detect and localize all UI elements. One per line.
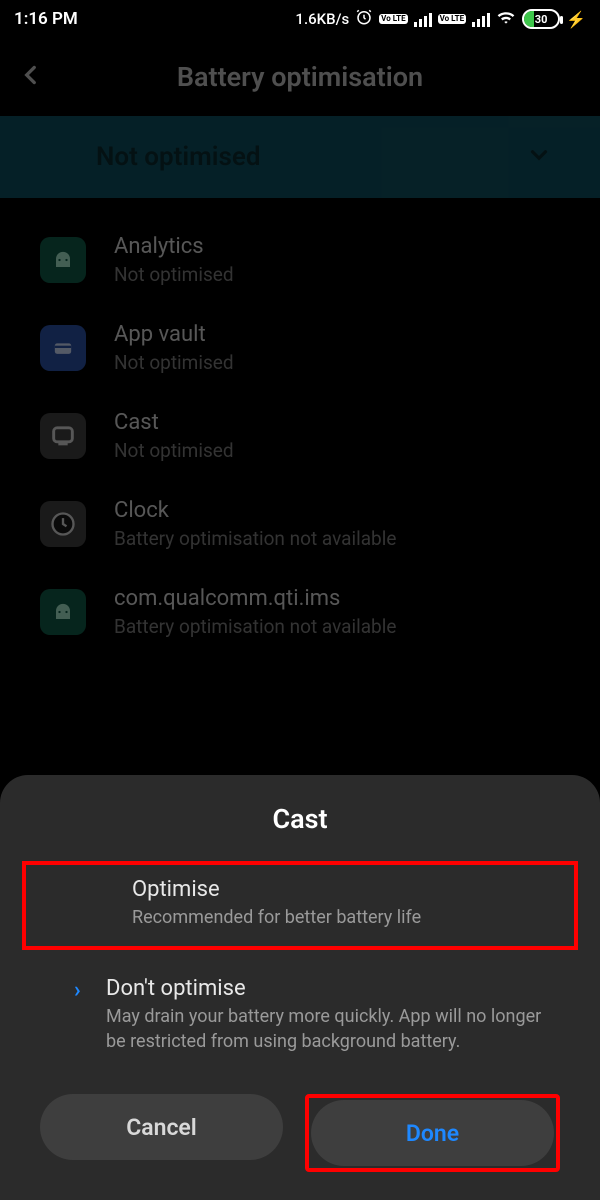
volte-badge-2: Vo LTE — [438, 14, 466, 24]
option-desc: Recommended for better battery life — [132, 906, 534, 930]
cancel-label: Cancel — [126, 1114, 197, 1141]
app-name: Clock — [114, 498, 396, 523]
app-name: com.qualcomm.qti.ims — [114, 586, 396, 611]
selected-chevron-icon: › — [74, 978, 81, 1003]
signal-icon-1 — [414, 11, 432, 27]
wifi-icon — [496, 7, 516, 32]
list-item[interactable]: Clock Battery optimisation not available — [0, 480, 600, 568]
chevron-down-icon — [526, 142, 552, 172]
list-item[interactable]: com.qualcomm.qti.ims Battery optimisatio… — [0, 568, 600, 656]
option-optimise[interactable]: Optimise Recommended for better battery … — [22, 861, 578, 950]
done-button[interactable]: Done — [311, 1100, 554, 1166]
android-icon — [40, 237, 86, 283]
alarm-icon — [355, 8, 373, 31]
list-item[interactable]: App vault Not optimised — [0, 304, 600, 392]
signal-icon-2 — [472, 11, 490, 27]
app-name: App vault — [114, 322, 234, 347]
vault-icon — [40, 325, 86, 371]
filter-label: Not optimised — [96, 142, 260, 172]
filter-dropdown[interactable]: Not optimised — [0, 116, 600, 198]
status-bar: 1:16 PM 1.6KB/s Vo LTE Vo LTE 30 ⚡ — [0, 0, 600, 38]
options-sheet: Cast Optimise Recommended for better bat… — [0, 775, 600, 1200]
volte-badge-1: Vo LTE — [379, 14, 407, 24]
option-dont-optimise[interactable]: › Don't optimise May drain your battery … — [0, 960, 600, 1070]
status-right: 1.6KB/s Vo LTE Vo LTE 30 ⚡ — [295, 7, 586, 32]
net-speed: 1.6KB/s — [295, 10, 349, 28]
status-time: 1:16 PM — [14, 9, 78, 29]
page-title: Battery optimisation — [18, 61, 582, 93]
app-list: Analytics Not optimised App vault Not op… — [0, 198, 600, 674]
list-item[interactable]: Analytics Not optimised — [0, 216, 600, 304]
app-status: Not optimised — [114, 351, 234, 374]
cancel-button[interactable]: Cancel — [40, 1094, 283, 1160]
option-desc: May drain your battery more quickly. App… — [106, 1005, 560, 1054]
app-status: Not optimised — [114, 263, 234, 286]
cast-icon — [40, 413, 86, 459]
app-status: Battery optimisation not available — [114, 527, 396, 550]
charging-icon: ⚡ — [566, 10, 586, 29]
option-title: Don't optimise — [106, 976, 560, 1001]
sheet-title: Cast — [0, 803, 600, 835]
list-item[interactable]: Cast Not optimised — [0, 392, 600, 480]
done-label: Done — [406, 1120, 459, 1147]
app-header: Battery optimisation — [0, 38, 600, 116]
option-title: Optimise — [132, 877, 534, 902]
app-name: Analytics — [114, 234, 234, 259]
clock-icon — [40, 501, 86, 547]
battery-icon: 30 — [522, 9, 560, 29]
app-name: Cast — [114, 410, 234, 435]
android-icon — [40, 589, 86, 635]
app-status: Battery optimisation not available — [114, 615, 396, 638]
app-status: Not optimised — [114, 439, 234, 462]
